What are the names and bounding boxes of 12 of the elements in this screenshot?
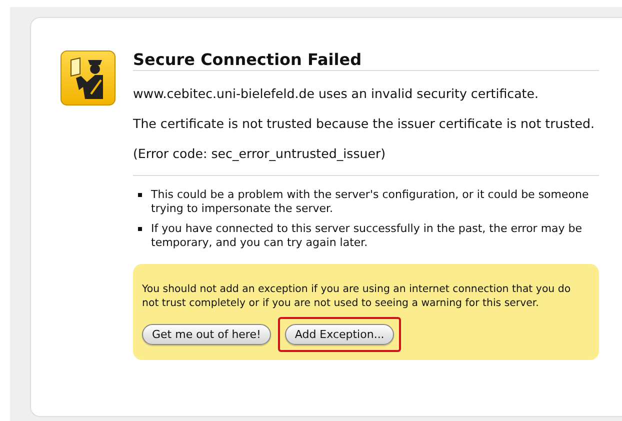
action-button[interactable]: Get me out of here! — [142, 324, 271, 345]
message-text: The certificate is not trusted because the issuer certificate is not trusted. — [133, 116, 596, 131]
bullet-icon — [138, 193, 142, 197]
officer-icon — [60, 50, 116, 106]
bullet-text: If you have connected to this server successfully in the past, the error may be temporary, and you can try again later. — [151, 222, 582, 249]
bullet-text: This could be a problem with the server's configuration, or it could be someone trying to impersonate the server. — [151, 188, 589, 215]
message-text: www.cebitec.uni-bielefeld.de uses an invalid security certificate. — [133, 86, 540, 101]
action-button[interactable]: Add Exception... — [284, 324, 394, 345]
message-text: (Error code: sec_error_untrusted_issuer) — [133, 146, 387, 161]
warning-text: You should not add an exception if you are using an internet connection that you do not trust completely or if you are not used to seeing a warning for this server. — [142, 283, 572, 311]
page-title: Secure Connection Failed — [133, 50, 599, 71]
bullet-icon — [138, 227, 142, 231]
